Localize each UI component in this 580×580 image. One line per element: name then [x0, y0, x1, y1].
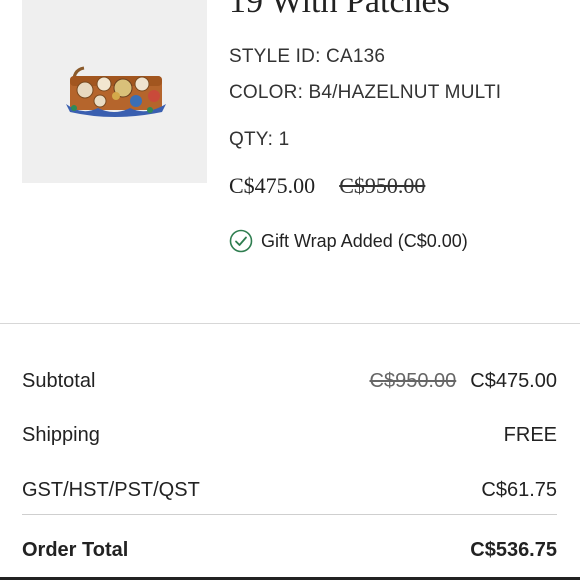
gift-wrap-status: Gift Wrap Added (C$0.00): [229, 228, 468, 254]
product-title[interactable]: 19 With Patches: [229, 0, 580, 21]
price-row: C$475.00 C$950.00: [229, 173, 425, 201]
shipping-value: FREE: [503, 423, 557, 446]
subtotal-value: C$475.00: [470, 369, 557, 392]
total-divider: [22, 514, 557, 515]
order-total-value: C$536.75: [470, 538, 557, 561]
subtotal-row: Subtotal C$950.00 C$475.00: [22, 367, 557, 395]
style-id: STYLE ID: CA136: [229, 46, 386, 67]
tax-value: C$61.75: [481, 478, 557, 501]
check-circle-icon: [229, 229, 253, 253]
sale-price: C$475.00: [229, 173, 316, 198]
gift-wrap-label: Gift Wrap Added (C$0.00): [261, 230, 468, 251]
tax-label: GST/HST/PST/QST: [22, 478, 200, 501]
section-divider: [0, 323, 580, 324]
tax-row: GST/HST/PST/QST C$61.75: [22, 476, 557, 504]
order-total-label: Order Total: [22, 538, 129, 561]
shipping-label: Shipping: [22, 423, 100, 446]
subtotal-label: Subtotal: [22, 369, 96, 392]
shipping-row: Shipping FREE: [22, 421, 557, 449]
order-total-row: Order Total C$536.75: [22, 536, 557, 564]
handbag-icon: [66, 66, 166, 117]
quantity-label: QTY: 1: [229, 129, 290, 150]
product-image[interactable]: [22, 0, 207, 183]
original-price: C$950.00: [339, 173, 426, 198]
color-label: COLOR: B4/HAZELNUT MULTI: [229, 82, 502, 103]
subtotal-original: C$950.00: [369, 369, 457, 392]
